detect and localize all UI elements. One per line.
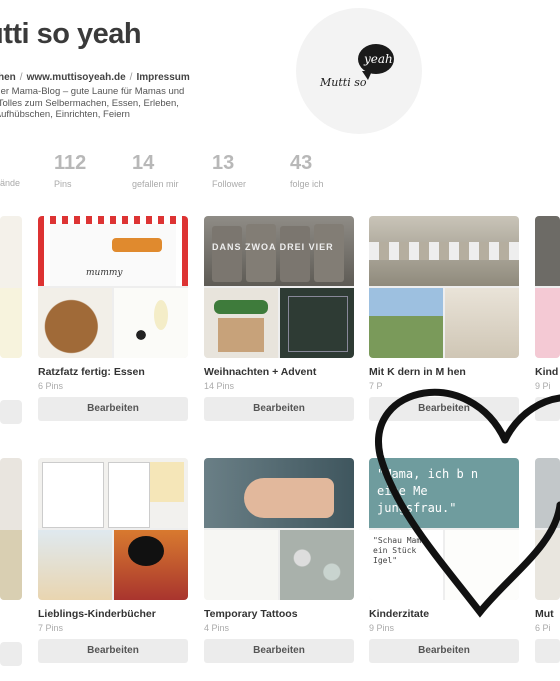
- stat-likes[interactable]: 14 gefallen mir: [132, 152, 179, 189]
- avatar[interactable]: yeah Mutti so: [296, 8, 422, 134]
- board-cover[interactable]: "Mama, ich b n eine Me jungsfrau." "Scha…: [369, 458, 519, 600]
- board-card[interactable]: mummy Ratzfatz fertig: Essen 6 Pins Bear…: [38, 216, 188, 421]
- board-pin-count: 14 Pins: [204, 381, 235, 391]
- profile-link-boards[interactable]: hen: [0, 72, 16, 83]
- board-title[interactable]: Ratzfatz fertig: Essen: [38, 366, 188, 378]
- board-pin-count: 9 Pins: [369, 623, 395, 633]
- stat-boards[interactable]: ände: [0, 152, 20, 188]
- edit-board-button[interactable]: Bearbeiten: [38, 397, 188, 421]
- edit-board-button[interactable]: [535, 397, 560, 421]
- profile-link-website[interactable]: www.muttisoyeah.de: [27, 72, 126, 83]
- profile-link-impressum[interactable]: Impressum: [136, 72, 189, 83]
- board-cover[interactable]: [204, 458, 354, 600]
- edit-board-button[interactable]: [535, 639, 560, 663]
- board-pin-count: 6 Pins: [38, 381, 64, 391]
- edit-board-button[interactable]: Bearbeiten: [204, 397, 354, 421]
- board-card[interactable]: Mit K dern in M hen 7 P Bearbeiten: [369, 216, 519, 421]
- board-cover-partial-left[interactable]: [0, 458, 22, 600]
- edit-button-partial[interactable]: [0, 400, 22, 424]
- stat-followers[interactable]: 13 Follower: [212, 152, 246, 189]
- stat-following[interactable]: 43 folge ich: [290, 152, 324, 189]
- board-card[interactable]: Lieblings-Kinderbücher 7 Pins Bearbeiten: [38, 458, 188, 663]
- board-pin-count: 9 Pi: [535, 381, 551, 391]
- board-cover[interactable]: [535, 458, 560, 600]
- board-pin-count: 6 Pi: [535, 623, 551, 633]
- stat-pins[interactable]: 112 Pins: [54, 152, 86, 189]
- board-cover-partial-left[interactable]: [0, 216, 22, 358]
- board-card[interactable]: Mut 6 Pi: [535, 458, 560, 663]
- edit-board-button[interactable]: Bearbeiten: [369, 397, 519, 421]
- edit-board-button[interactable]: Bearbeiten: [369, 639, 519, 663]
- board-card[interactable]: "Mama, ich b n eine Me jungsfrau." "Scha…: [369, 458, 519, 663]
- board-title[interactable]: Weihnachten + Advent: [204, 366, 354, 378]
- board-cover[interactable]: DANS ZWOA DREI VIER: [204, 216, 354, 358]
- board-title[interactable]: Mit K dern in M hen: [369, 366, 519, 378]
- edit-board-button[interactable]: Bearbeiten: [38, 639, 188, 663]
- board-title[interactable]: Lieblings-Kinderbücher: [38, 608, 188, 620]
- edit-button-partial[interactable]: [0, 642, 22, 666]
- board-title[interactable]: Kind: [535, 366, 560, 378]
- board-cover[interactable]: [535, 216, 560, 358]
- board-cover[interactable]: [369, 216, 519, 358]
- board-pin-count: 7 Pins: [38, 623, 64, 633]
- profile-links: hen / www.muttisoyeah.de / Impressum: [0, 72, 190, 83]
- board-title[interactable]: Kinderzitate: [369, 608, 519, 620]
- board-card[interactable]: DANS ZWOA DREI VIER Weihnachten + Advent…: [204, 216, 354, 421]
- board-title[interactable]: Mut: [535, 608, 560, 620]
- board-pin-count: 4 Pins: [204, 623, 230, 633]
- board-cover[interactable]: [38, 458, 188, 600]
- board-card[interactable]: Kind 9 Pi: [535, 216, 560, 421]
- board-pin-count: 7 P: [369, 381, 383, 391]
- board-cover[interactable]: mummy: [38, 216, 188, 358]
- board-title[interactable]: Temporary Tattoos: [204, 608, 354, 620]
- profile-description: nner Mama-Blog – gute Laune für Mamas un…: [0, 86, 185, 120]
- edit-board-button[interactable]: Bearbeiten: [204, 639, 354, 663]
- profile-name: utti so yeah: [0, 18, 142, 50]
- board-card[interactable]: Temporary Tattoos 4 Pins Bearbeiten: [204, 458, 354, 663]
